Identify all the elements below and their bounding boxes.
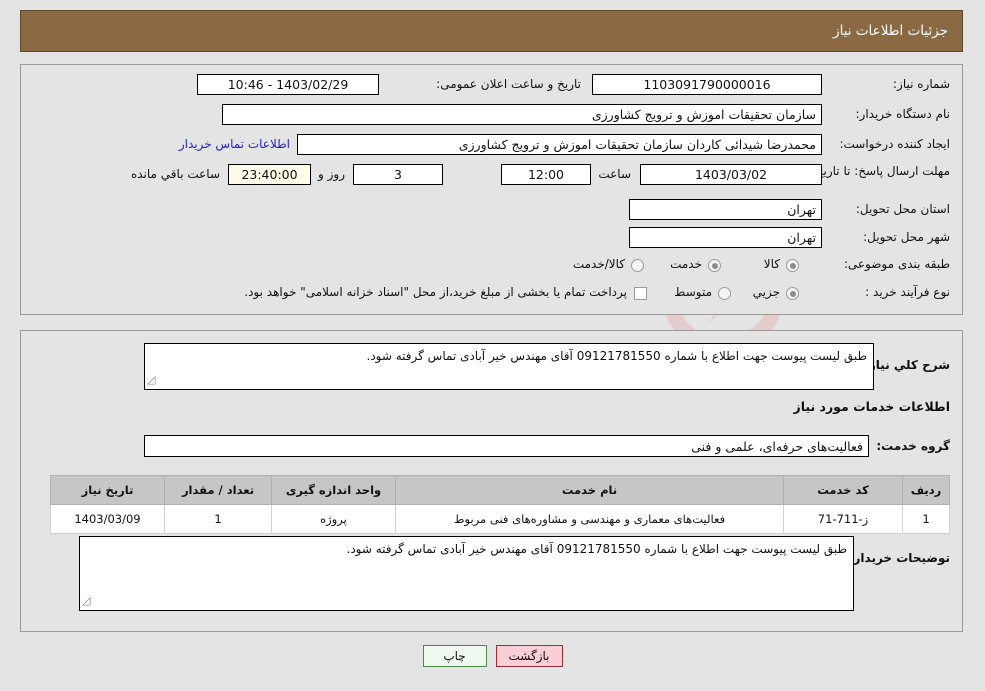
page-title: جزئیات اطلاعات نیاز <box>833 23 948 39</box>
need-number-label: شماره نیاز: <box>893 77 950 91</box>
deadline-label: مهلت ارسال پاسخ: تا تاریخ: <box>811 164 950 178</box>
countdown-clock-value: 23:40:00 <box>228 164 311 185</box>
category-option-khedmat[interactable]: خدمت <box>670 257 702 271</box>
summary-label: شرح کلي نیاز: <box>864 358 950 372</box>
resize-grip-icon-notes[interactable]: ◺ <box>82 593 90 609</box>
category-radio-kala-khedmat[interactable] <box>631 259 644 272</box>
action-buttons: بازگشت چاپ <box>0 645 985 667</box>
category-radio-khedmat[interactable] <box>708 259 721 272</box>
requester-value: محمدرضا شیدائی کاردان سازمان تحقیقات امو… <box>297 134 822 155</box>
category-radio-kala[interactable] <box>786 259 799 272</box>
treasury-docs-checkbox[interactable] <box>634 287 647 300</box>
summary-textarea[interactable]: طبق لیست پیوست جهت اطلاع با شماره 091217… <box>144 343 874 390</box>
col-code: کد خدمت <box>783 475 903 505</box>
countdown-remain-label: ساعت باقي مانده <box>130 167 220 181</box>
page-header: جزئیات اطلاعات نیاز <box>20 10 963 52</box>
col-row: ردیف <box>902 475 950 505</box>
back-button[interactable]: بازگشت <box>495 645 563 667</box>
process-option-jozi[interactable]: جزیي <box>753 285 780 299</box>
details-panel: شرح کلي نیاز: طبق لیست پیوست جهت اطلاع ب… <box>20 330 963 632</box>
services-table: ردیف کد خدمت نام خدمت واحد اندازه گیری ت… <box>50 475 950 534</box>
category-label: طبقه بندی موضوعی: <box>843 257 950 271</box>
category-option-kala[interactable]: کالا <box>764 257 780 271</box>
table-row: 1 ز-711-71 فعالیت‌های معماری و مهندسی و … <box>50 504 950 534</box>
buyer-org-value: سازمان تحقیقات اموزش و ترویج کشاورزی <box>222 104 822 125</box>
cell-code: ز-711-71 <box>783 504 903 534</box>
service-group-label: گروه خدمت: <box>876 439 950 453</box>
service-group-value: فعالیت‌های حرفه‌ای، علمی و فنی <box>144 435 869 457</box>
deadline-hour-value: 12:00 <box>501 164 591 185</box>
table-header-row: ردیف کد خدمت نام خدمت واحد اندازه گیری ت… <box>50 475 950 505</box>
cell-date: 1403/03/09 <box>50 504 165 534</box>
buyer-notes-label: توضیحات خریدار: <box>848 551 950 565</box>
need-info-panel: شماره نیاز: 1103091790000016 تاریخ و ساع… <box>20 64 963 315</box>
col-name: نام خدمت <box>395 475 784 505</box>
deadline-date-value: 1403/03/02 <box>640 164 822 185</box>
process-radio-motavaset[interactable] <box>718 287 731 300</box>
city-value: تهران <box>629 227 822 248</box>
need-number-value: 1103091790000016 <box>592 74 822 95</box>
process-type-label: نوع فرآیند خرید : <box>865 285 950 299</box>
cell-row: 1 <box>902 504 950 534</box>
print-button[interactable]: چاپ <box>422 645 487 667</box>
cell-unit: پروژه <box>271 504 396 534</box>
buyer-notes-textarea[interactable]: طبق لیست پیوست جهت اطلاع با شماره 091217… <box>79 536 854 611</box>
cell-qty: 1 <box>164 504 272 534</box>
countdown-days-label: روز و <box>318 167 345 181</box>
public-announce-label: تاریخ و ساعت اعلان عمومی: <box>436 77 581 91</box>
services-section-heading: اطلاعات خدمات مورد نیاز <box>793 399 951 414</box>
resize-grip-icon[interactable]: ◺ <box>147 372 155 388</box>
summary-text: طبق لیست پیوست جهت اطلاع با شماره 091217… <box>366 349 868 363</box>
province-label: استان محل تحویل: <box>855 202 950 216</box>
cell-name: فعالیت‌های معماری و مهندسی و مشاوره‌های … <box>395 504 784 534</box>
process-radio-jozi[interactable] <box>786 287 799 300</box>
treasury-docs-label: پرداخت تمام یا بخشی از مبلغ خرید،از محل … <box>244 285 627 299</box>
countdown-days-value: 3 <box>353 164 443 185</box>
province-value: تهران <box>629 199 822 220</box>
col-date: تاریخ نیاز <box>50 475 165 505</box>
city-label: شهر محل تحویل: <box>863 230 950 244</box>
col-unit: واحد اندازه گیری <box>271 475 396 505</box>
col-qty: تعداد / مقدار <box>164 475 272 505</box>
process-option-motavaset[interactable]: متوسط <box>674 285 712 299</box>
buyer-org-label: نام دستگاه خریدار: <box>855 107 951 121</box>
requester-label: ایجاد کننده درخواست: <box>839 137 950 151</box>
public-announce-value: 1403/02/29 - 10:46 <box>197 74 379 95</box>
buyer-notes-text: طبق لیست پیوست جهت اطلاع با شماره 091217… <box>346 542 848 556</box>
buyer-contact-link[interactable]: اطلاعات تماس خریدار <box>179 137 290 151</box>
category-option-kala-khedmat[interactable]: کالا/خدمت <box>573 257 625 271</box>
deadline-hour-label: ساعت <box>598 167 631 181</box>
